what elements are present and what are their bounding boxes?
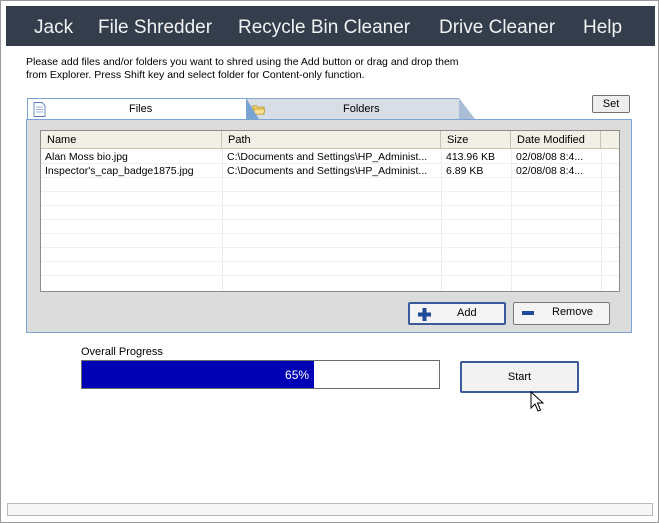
column-header-size[interactable]: Size xyxy=(441,131,511,149)
row-divider xyxy=(41,233,619,234)
progress-fill xyxy=(82,361,315,388)
menu-bar: Jack File Shredder Recycle Bin Cleaner D… xyxy=(6,6,655,46)
row-divider xyxy=(41,275,619,276)
column-header-name[interactable]: Name xyxy=(41,131,222,149)
remove-button[interactable]: Remove xyxy=(513,302,610,325)
row-divider xyxy=(41,261,619,262)
file-size-cell: 6.89 KB xyxy=(446,165,484,177)
file-list-header: Name Path Size Date Modified xyxy=(41,131,619,149)
file-date-cell: 02/08/08 8:4... xyxy=(516,165,584,177)
menu-item-recycle-bin-cleaner[interactable]: Recycle Bin Cleaner xyxy=(238,17,410,39)
minus-icon xyxy=(522,311,534,315)
plus-icon xyxy=(418,308,431,321)
overall-progress-bar: 65% xyxy=(81,360,440,389)
add-button[interactable]: Add xyxy=(408,302,506,325)
instructions-line-2: from Explorer. Press Shift key and selec… xyxy=(26,69,365,81)
file-size-cell: 413.96 KB xyxy=(446,151,496,163)
set-button[interactable]: Set xyxy=(592,95,630,113)
row-divider xyxy=(41,219,619,220)
column-header-date-modified[interactable]: Date Modified xyxy=(511,131,601,149)
column-header-path[interactable]: Path xyxy=(222,131,441,149)
file-path-cell: C:\Documents and Settings\HP_Administ... xyxy=(227,151,428,163)
menu-item-drive-cleaner[interactable]: Drive Cleaner xyxy=(439,17,555,39)
table-row[interactable]: Inspector's_cap_badge1875.jpg C:\Documen… xyxy=(41,164,619,178)
progress-percent-text: 65% xyxy=(285,368,310,382)
document-icon xyxy=(33,102,46,117)
file-name-cell: Inspector's_cap_badge1875.jpg xyxy=(45,165,194,177)
table-row[interactable]: Alan Moss bio.jpg C:\Documents and Setti… xyxy=(41,150,619,164)
file-path-cell: C:\Documents and Settings\HP_Administ... xyxy=(227,165,428,177)
overall-progress-label: Overall Progress xyxy=(81,346,163,358)
file-name-cell: Alan Moss bio.jpg xyxy=(45,151,128,163)
row-divider xyxy=(41,191,619,192)
remove-button-label: Remove xyxy=(552,306,593,318)
files-panel: Name Path Size Date Modified Alan Moss b… xyxy=(26,119,632,333)
row-divider xyxy=(41,247,619,248)
row-divider xyxy=(41,205,619,206)
instructions-text: Please add files and/or folders you want… xyxy=(26,56,496,82)
menu-item-file-shredder[interactable]: File Shredder xyxy=(98,17,212,39)
mouse-pointer-icon xyxy=(530,391,544,412)
start-button[interactable]: Start xyxy=(460,361,579,393)
file-list[interactable]: Name Path Size Date Modified Alan Moss b… xyxy=(40,130,620,292)
tab-folders[interactable]: Folders xyxy=(247,98,475,119)
instructions-line-1: Please add files and/or folders you want… xyxy=(26,56,459,68)
add-button-label: Add xyxy=(457,307,477,319)
tab-folders-label: Folders xyxy=(343,103,380,115)
file-date-cell: 02/08/08 8:4... xyxy=(516,151,584,163)
status-bar xyxy=(7,503,653,516)
menu-item-jack[interactable]: Jack xyxy=(34,17,73,39)
tab-files[interactable]: Files xyxy=(27,98,260,121)
main-window: Jack File Shredder Recycle Bin Cleaner D… xyxy=(0,0,659,523)
tab-files-label: Files xyxy=(129,103,153,115)
menu-item-help[interactable]: Help xyxy=(583,17,622,39)
